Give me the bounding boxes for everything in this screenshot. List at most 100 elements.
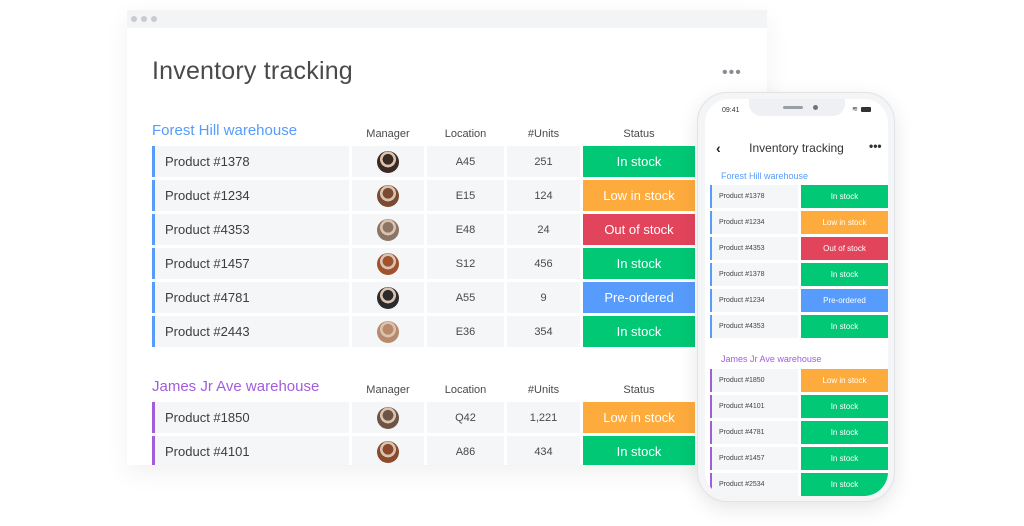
phone-product-name-cell[interactable]: Product #4353 (710, 315, 798, 338)
phone-product-name-cell[interactable]: Product #1850 (710, 369, 798, 392)
manager-cell[interactable] (352, 146, 424, 177)
table-row[interactable]: Product #1378 A45 251 In stock (152, 146, 767, 177)
manager-cell[interactable] (352, 248, 424, 279)
phone-status-badge[interactable]: In stock (801, 421, 888, 444)
avatar[interactable] (377, 218, 399, 241)
avatar[interactable] (377, 440, 399, 463)
phone-list-item[interactable]: Product #4353 Out of stock (710, 237, 888, 260)
phone-status-badge[interactable]: In stock (801, 185, 888, 208)
product-name-cell[interactable]: Product #1234 (152, 180, 349, 211)
location-cell[interactable]: S12 (427, 248, 504, 279)
phone-status-badge[interactable]: Low in stock (801, 369, 888, 392)
units-cell[interactable]: 354 (507, 316, 580, 347)
phone-status-badge[interactable]: In stock (801, 263, 888, 286)
status-badge[interactable]: Low in stock (583, 402, 695, 433)
status-badge[interactable]: In stock (583, 436, 695, 465)
product-name-cell[interactable]: Product #4353 (152, 214, 349, 245)
product-name-cell[interactable]: Product #2443 (152, 316, 349, 347)
phone-status-badge[interactable]: Pre-ordered (801, 289, 888, 312)
phone-list-item[interactable]: Product #1234 Low in stock (710, 211, 888, 234)
column-header-manager[interactable]: Manager (352, 128, 424, 140)
window-minimize-dot[interactable] (141, 16, 147, 22)
column-header-location[interactable]: Location (427, 384, 504, 396)
phone-product-name-cell[interactable]: Product #4781 (710, 421, 798, 444)
phone-list-item[interactable]: Product #1234 Pre-ordered (710, 289, 888, 312)
units-cell[interactable]: 434 (507, 436, 580, 465)
phone-list-item[interactable]: Product #1457 In stock (710, 447, 888, 470)
units-cell[interactable]: 124 (507, 180, 580, 211)
location-cell[interactable]: E48 (427, 214, 504, 245)
phone-list-item[interactable]: Product #4781 In stock (710, 421, 888, 444)
phone-product-name-cell[interactable]: Product #1378 (710, 185, 798, 208)
status-badge[interactable]: Out of stock (583, 214, 695, 245)
phone-list-item[interactable]: Product #4101 In stock (710, 395, 888, 418)
units-cell[interactable]: 1,221 (507, 402, 580, 433)
units-cell[interactable]: 251 (507, 146, 580, 177)
column-header-units[interactable]: #Units (507, 384, 580, 396)
manager-cell[interactable] (352, 282, 424, 313)
table-row[interactable]: Product #2443 E36 354 In stock (152, 316, 767, 347)
status-badge[interactable]: In stock (583, 248, 695, 279)
product-name-cell[interactable]: Product #4101 (152, 436, 349, 465)
phone-list-item[interactable]: Product #2534 In stock (710, 473, 888, 496)
manager-cell[interactable] (352, 214, 424, 245)
units-cell[interactable]: 9 (507, 282, 580, 313)
location-cell[interactable]: E36 (427, 316, 504, 347)
more-horizontal-icon[interactable]: ••• (869, 139, 882, 153)
phone-product-name-cell[interactable]: Product #2534 (710, 473, 798, 496)
location-cell[interactable]: A86 (427, 436, 504, 465)
product-name-cell[interactable]: Product #1850 (152, 402, 349, 433)
location-cell[interactable]: E15 (427, 180, 504, 211)
status-badge[interactable]: Low in stock (583, 180, 695, 211)
product-name-cell[interactable]: Product #1378 (152, 146, 349, 177)
manager-cell[interactable] (352, 316, 424, 347)
status-badge[interactable]: In stock (583, 146, 695, 177)
avatar[interactable] (377, 406, 399, 429)
phone-list-item[interactable]: Product #4353 In stock (710, 315, 888, 338)
table-row[interactable]: Product #4781 A55 9 Pre-ordered (152, 282, 767, 313)
phone-list-item[interactable]: Product #1850 Low in stock (710, 369, 888, 392)
location-cell[interactable]: A45 (427, 146, 504, 177)
column-header-status[interactable]: Status (583, 384, 695, 396)
avatar[interactable] (377, 184, 399, 207)
phone-list-item[interactable]: Product #1378 In stock (710, 263, 888, 286)
table-row[interactable]: Product #1234 E15 124 Low in stock (152, 180, 767, 211)
phone-status-badge[interactable]: In stock (801, 447, 888, 470)
group-title[interactable]: James Jr Ave warehouse (152, 378, 319, 395)
phone-status-badge[interactable]: Low in stock (801, 211, 888, 234)
phone-list-item[interactable]: Product #1378 In stock (710, 185, 888, 208)
column-header-location[interactable]: Location (427, 128, 504, 140)
table-row[interactable]: Product #1457 S12 456 In stock (152, 248, 767, 279)
phone-status-badge[interactable]: Out of stock (801, 237, 888, 260)
phone-group-title[interactable]: Forest Hill warehouse (721, 171, 808, 181)
phone-status-badge[interactable]: In stock (801, 315, 888, 338)
window-close-dot[interactable] (131, 16, 137, 22)
location-cell[interactable]: A55 (427, 282, 504, 313)
phone-product-name-cell[interactable]: Product #1234 (710, 211, 798, 234)
column-header-status[interactable]: Status (583, 128, 695, 140)
units-cell[interactable]: 456 (507, 248, 580, 279)
phone-status-badge[interactable]: In stock (801, 473, 888, 496)
group-title[interactable]: Forest Hill warehouse (152, 122, 297, 139)
manager-cell[interactable] (352, 180, 424, 211)
manager-cell[interactable] (352, 402, 424, 433)
table-row[interactable]: Product #4101 A86 434 In stock (152, 436, 767, 465)
avatar[interactable] (377, 252, 399, 275)
avatar[interactable] (377, 286, 399, 309)
product-name-cell[interactable]: Product #1457 (152, 248, 349, 279)
phone-product-name-cell[interactable]: Product #1378 (710, 263, 798, 286)
phone-status-badge[interactable]: In stock (801, 395, 888, 418)
status-badge[interactable]: In stock (583, 316, 695, 347)
phone-product-name-cell[interactable]: Product #1234 (710, 289, 798, 312)
column-header-units[interactable]: #Units (507, 128, 580, 140)
location-cell[interactable]: Q42 (427, 402, 504, 433)
phone-product-name-cell[interactable]: Product #1457 (710, 447, 798, 470)
more-horizontal-icon[interactable]: ••• (722, 64, 742, 82)
units-cell[interactable]: 24 (507, 214, 580, 245)
phone-group-title[interactable]: James Jr Ave warehouse (721, 354, 821, 364)
column-header-manager[interactable]: Manager (352, 384, 424, 396)
table-row[interactable]: Product #4353 E48 24 Out of stock (152, 214, 767, 245)
avatar[interactable] (377, 320, 399, 343)
product-name-cell[interactable]: Product #4781 (152, 282, 349, 313)
manager-cell[interactable] (352, 436, 424, 465)
